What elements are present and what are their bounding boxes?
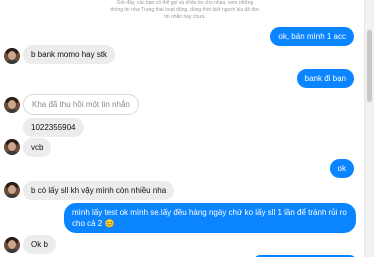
avatar[interactable] bbox=[4, 48, 20, 64]
avatar[interactable] bbox=[4, 97, 20, 113]
avatar[interactable] bbox=[4, 139, 20, 155]
message-bubble-incoming[interactable]: b bank momo hay stk bbox=[23, 45, 116, 64]
message-bubble-outgoing[interactable]: ok, bán mình 1 acc bbox=[270, 27, 354, 46]
avatar[interactable] bbox=[4, 237, 20, 253]
message-bubble-outgoing[interactable]: ok bbox=[329, 159, 354, 178]
message-bubble-incoming[interactable]: b có lấy sll kh vậy mình còn nhiều nha bbox=[23, 181, 175, 200]
conversation-pane: Giờ đây, các bạn có thể gọi và nhắn tin … bbox=[0, 0, 364, 257]
message-bubble-incoming[interactable]: vcb bbox=[23, 138, 52, 157]
chat-notice: Giờ đây, các bạn có thể gọi và nhắn tin … bbox=[110, 0, 260, 20]
avatar[interactable] bbox=[4, 182, 20, 198]
scrollbar[interactable] bbox=[364, 0, 374, 257]
message-bubble-incoming[interactable]: 1022355904 bbox=[23, 118, 84, 137]
message-bubble-outgoing[interactable]: mình lấy test ok mình se.lấy đều hàng ng… bbox=[64, 203, 356, 233]
recalled-message-bubble[interactable]: Kha đã thu hồi một tin nhắn bbox=[23, 94, 139, 115]
message-bubble-incoming[interactable]: Ok b bbox=[23, 235, 56, 254]
message-bubble-outgoing[interactable]: bank đi bạn bbox=[296, 69, 354, 88]
scrollbar-thumb[interactable] bbox=[367, 30, 372, 102]
